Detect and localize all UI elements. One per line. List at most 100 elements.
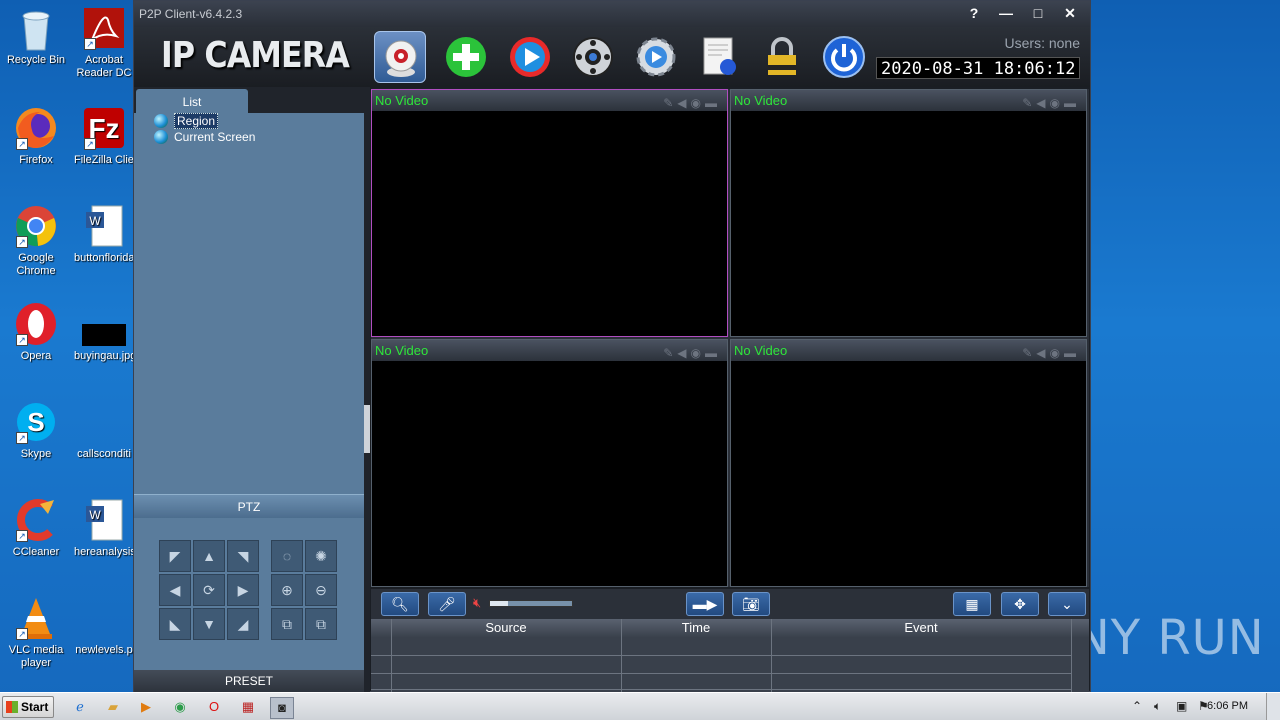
video-cell[interactable]: No Video ✎◀◉▬ bbox=[371, 339, 728, 587]
minimize-button[interactable]: — bbox=[992, 3, 1020, 23]
grid-layout-icon: ▦ bbox=[965, 596, 979, 612]
svg-text:W: W bbox=[89, 214, 101, 228]
tab-list[interactable]: List bbox=[136, 89, 248, 113]
skype-icon: S ↗ bbox=[14, 400, 58, 444]
column-source[interactable]: Source bbox=[391, 619, 621, 637]
desktop-icon-filezilla[interactable]: Fz ↗ FileZilla Client bbox=[74, 106, 134, 167]
column-event[interactable]: Event bbox=[771, 619, 1071, 637]
fullscreen-button[interactable]: ✥ bbox=[1001, 592, 1039, 616]
show-hidden-icons-icon[interactable]: ⌃ bbox=[1132, 699, 1142, 713]
lock-button[interactable] bbox=[756, 31, 808, 83]
ptz-iris-close-button[interactable]: ⧉ bbox=[305, 608, 337, 640]
desktop-icon-chrome[interactable]: ↗ Google Chrome bbox=[0, 204, 72, 278]
ptz-up-right-button[interactable]: ◥ bbox=[227, 540, 259, 572]
playback-icon bbox=[510, 37, 550, 77]
chrome-taskbar-icon[interactable]: ◉ bbox=[168, 697, 192, 719]
ptz-down-right-button[interactable]: ◢ bbox=[227, 608, 259, 640]
show-desktop-button[interactable] bbox=[1266, 693, 1280, 720]
ptz-auto-button[interactable]: ⟳ bbox=[193, 574, 225, 606]
ptz-header[interactable]: PTZ bbox=[134, 494, 364, 518]
ptz-zoom-out-button[interactable]: ⊖ bbox=[305, 574, 337, 606]
ptz-down-button[interactable]: ▼ bbox=[193, 608, 225, 640]
record-button[interactable]: ▬▶ bbox=[686, 592, 724, 616]
ptz-down-left-button[interactable]: ◣ bbox=[159, 608, 191, 640]
column-divider bbox=[391, 619, 392, 693]
desktop-icon-word-doc[interactable]: W hereanalysis bbox=[74, 498, 134, 559]
ptz-focus-near-button[interactable]: ◌ bbox=[271, 540, 303, 572]
column-time[interactable]: Time bbox=[621, 619, 771, 637]
panel-splitter[interactable] bbox=[364, 87, 370, 693]
tree-item-current-screen[interactable]: Current Screen bbox=[154, 129, 255, 145]
desktop-icon-image-file[interactable]: buyingau.jpg bbox=[74, 302, 134, 363]
desktop-icon-label: Skype bbox=[20, 448, 52, 460]
desktop-icon-opera[interactable]: ↗ Opera bbox=[0, 302, 72, 363]
ptz-focus-far-button[interactable]: ✺ bbox=[305, 540, 337, 572]
add-device-button[interactable] bbox=[440, 31, 492, 83]
maximize-button[interactable]: □ bbox=[1024, 3, 1052, 23]
ptz-control-button[interactable] bbox=[567, 31, 619, 83]
zoom-button[interactable]: 🔍︎ bbox=[381, 592, 419, 616]
media-player-taskbar-icon[interactable]: ▶ bbox=[134, 697, 158, 719]
tree-item-region[interactable]: Region bbox=[154, 113, 255, 129]
brand-title: IP CAMERA bbox=[161, 35, 350, 76]
log-button[interactable] bbox=[694, 31, 746, 83]
start-button[interactable]: Start bbox=[2, 696, 54, 718]
users-status: Users: none bbox=[1004, 35, 1080, 51]
desktop-icon-word-doc[interactable]: W buttonflorida.rtf bbox=[74, 204, 134, 265]
desktop-icon-file[interactable]: callsconditi bbox=[74, 400, 134, 461]
table-row[interactable] bbox=[371, 689, 1071, 690]
help-button[interactable]: ? bbox=[960, 3, 988, 23]
desktop-icon-skype[interactable]: S ↗ Skype bbox=[0, 400, 72, 461]
volume-slider[interactable] bbox=[489, 600, 573, 607]
desktop-icon-label: Recycle Bin bbox=[6, 54, 66, 66]
desktop-icon-firefox[interactable]: ↗ Firefox bbox=[0, 106, 72, 167]
preset-header[interactable]: PRESET bbox=[134, 670, 364, 693]
windows-logo-icon bbox=[6, 701, 18, 713]
volume-icon[interactable]: 🔈︎ bbox=[1154, 699, 1161, 714]
snapshot-button[interactable]: 📷︎ bbox=[732, 592, 770, 616]
live-view-button[interactable] bbox=[374, 31, 426, 83]
clock[interactable]: 6:06 PM bbox=[1207, 700, 1248, 712]
ptz-up-left-button[interactable]: ◤ bbox=[159, 540, 191, 572]
app-header: IP CAMERA Users: none 2020-08-31 18:06:1… bbox=[134, 27, 1090, 87]
collapse-handle[interactable] bbox=[364, 405, 370, 453]
ie-taskbar-icon[interactable]: ℯ bbox=[68, 697, 92, 719]
video-cell-icons: ✎◀◉▬ bbox=[1022, 96, 1080, 110]
ptz-right-button[interactable]: ▶ bbox=[227, 574, 259, 606]
winrar-taskbar-icon[interactable]: ▦ bbox=[236, 697, 260, 719]
desktop-icon-ccleaner[interactable]: ↗ CCleaner bbox=[0, 498, 72, 559]
video-cell[interactable]: No Video ✎◀◉▬ bbox=[730, 89, 1087, 337]
table-row[interactable] bbox=[371, 655, 1071, 656]
column-divider bbox=[1071, 619, 1072, 693]
desktop-icon-label: Acrobat Reader DC bbox=[76, 54, 132, 79]
explorer-taskbar-icon[interactable]: ▰ bbox=[101, 697, 125, 719]
settings-button[interactable] bbox=[630, 31, 682, 83]
playback-button[interactable] bbox=[504, 31, 556, 83]
ptz-iris-open-button[interactable]: ⧉ bbox=[271, 608, 303, 640]
video-cell[interactable]: No Video ✎◀◉▬ bbox=[730, 339, 1087, 587]
title-bar[interactable]: P2P Client-v6.4.2.3 ? — □ ✕ bbox=[134, 1, 1090, 27]
desktop-icon-vlc[interactable]: ↗ VLC media player bbox=[0, 596, 72, 670]
opera-taskbar-icon[interactable]: O bbox=[202, 697, 226, 719]
device-tree: Region Current Screen bbox=[154, 113, 255, 145]
video-status: No Video bbox=[375, 343, 429, 358]
network-icon[interactable]: ▣ bbox=[1176, 699, 1187, 713]
desktop-icon-label: Opera bbox=[20, 350, 52, 362]
shortcut-arrow-icon: ↗ bbox=[16, 530, 28, 542]
expand-down-button[interactable]: ⌄ bbox=[1048, 592, 1086, 616]
table-row[interactable] bbox=[371, 673, 1071, 674]
talk-button[interactable]: 🎤︎ bbox=[428, 592, 466, 616]
desktop-icon-file[interactable]: newlevels.p bbox=[74, 596, 134, 657]
desktop-icon-acrobat[interactable]: ↗ Acrobat Reader DC bbox=[74, 6, 134, 80]
taskbar: Start ℯ ▰ ▶ ◉ O ▦ ◙ ⌃ 🔈︎ ▣ ⚑ 6:06 PM bbox=[0, 692, 1280, 720]
video-cell[interactable]: No Video ✎◀◉▬ bbox=[371, 89, 728, 337]
desktop-icon-recycle-bin[interactable]: Recycle Bin bbox=[0, 6, 72, 67]
ipcamera-taskbar-icon[interactable]: ◙ bbox=[270, 697, 294, 719]
layout-button[interactable]: ▦ bbox=[953, 592, 991, 616]
ptz-left-button[interactable]: ◀ bbox=[159, 574, 191, 606]
ptz-up-button[interactable]: ▲ bbox=[193, 540, 225, 572]
power-button[interactable] bbox=[818, 31, 870, 83]
close-button[interactable]: ✕ bbox=[1056, 3, 1084, 23]
ptz-zoom-in-button[interactable]: ⊕ bbox=[271, 574, 303, 606]
speaker-mute-icon[interactable]: 🔇︎ bbox=[473, 595, 481, 611]
